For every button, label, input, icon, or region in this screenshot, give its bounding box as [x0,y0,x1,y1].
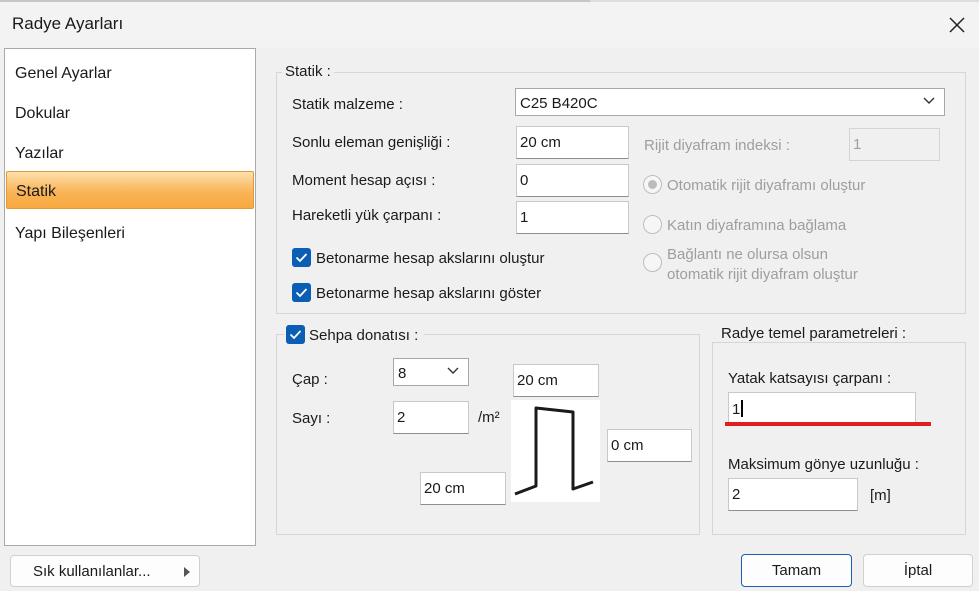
material-value: C25 B420C [520,95,598,112]
count-unit: /m² [478,409,500,426]
sidebar-item-label: Yazılar [15,145,64,162]
sehpa-shape-icon [514,406,594,496]
cancel-button[interactable]: İptal [863,554,973,587]
sidebar-item-yapi-bilesenleri[interactable]: Yapı Bileşenleri [6,214,254,252]
moment-label: Moment hesap açısı : [292,172,436,189]
sidebar-item-label: Genel Ayarlar [15,65,112,82]
close-button[interactable] [942,10,972,40]
bed-coeff-value: 1 [732,401,741,418]
material-select[interactable]: C25 B420C [515,88,945,116]
text-cursor [741,400,744,417]
window-title: Radye Ayarları [12,14,124,33]
chevron-down-icon [447,367,459,374]
sehpa-legend-label[interactable]: Sehpa donatısı : [309,327,418,344]
bed-coeff-input[interactable]: 1 [728,392,916,425]
bed-coeff-label: Yatak katsayısı çarpanı : [728,370,892,387]
close-icon[interactable] [948,16,966,34]
axes-create-checkbox[interactable] [292,248,311,267]
max-length-label: Maksimum gönye uzunluğu : [728,456,919,473]
radio-auto-rigid-label[interactable]: Otomatik rijit diyaframı oluştur [667,177,865,194]
radio-any-connection[interactable] [643,253,662,272]
diameter-label: Çap : [292,371,328,388]
favorites-label: Sık kullanılanlar... [33,562,151,580]
sehpa-top-input[interactable]: 20 cm [513,364,599,397]
axes-show-checkbox[interactable] [292,283,311,302]
checkmark-icon [295,253,308,263]
diameter-value: 8 [398,365,407,382]
triangle-right-icon [184,567,190,577]
chevron-down-icon [923,97,935,104]
radio-any-connection-label-2[interactable]: otomatik rijit diyafram oluştur [667,266,858,283]
sehpa-bottom-input[interactable]: 20 cm [420,472,506,505]
rigid-index-input[interactable]: 1 [849,128,940,161]
sehpa-right-input[interactable]: 0 cm [607,429,692,462]
title-bar [0,0,979,48]
sidebar-item-label: Statik [16,183,57,200]
sidebar: Genel Ayarlar Dokular Yazılar Statik Yap… [4,48,256,546]
rigid-index-label: Rijit diyafram indeksi : [644,137,790,154]
max-length-input[interactable]: 2 [728,478,858,511]
sidebar-item-label: Dokular [15,105,71,122]
count-input[interactable]: 2 [393,401,469,434]
material-label: Statik malzeme : [292,96,403,113]
live-load-label: Hareketli yük çarpanı : [292,207,442,224]
sidebar-item-yazilar[interactable]: Yazılar [6,134,254,172]
sidebar-item-dokular[interactable]: Dokular [6,94,254,132]
sehpa-checkbox[interactable] [286,325,305,344]
checkmark-icon [295,288,308,298]
fe-width-label: Sonlu eleman genişliği : [292,134,451,151]
checkmark-icon [289,330,302,340]
count-label: Sayı : [292,410,331,427]
moment-input[interactable]: 0 [516,164,629,197]
sidebar-item-label: Yapı Bileşenleri [15,225,125,242]
radio-floor-diaphragm[interactable] [643,215,662,234]
sehpa-diagram [511,400,600,502]
radio-auto-rigid[interactable] [643,175,662,194]
red-underline-annotation [725,422,931,426]
radio-floor-diaphragm-label[interactable]: Katın diyaframına bağlama [667,217,846,234]
axes-show-label[interactable]: Betonarme hesap akslarını göster [316,285,541,302]
window-top-edge [0,0,979,2]
diameter-select[interactable]: 8 [393,358,469,386]
radio-any-connection-label-1[interactable]: Bağlantı ne olursa olsun [667,246,828,263]
max-length-unit: [m] [870,487,891,504]
radye-legend: Radye temel parametreleri : [718,325,910,342]
sidebar-item-statik[interactable]: Statik [6,171,254,209]
ok-button[interactable]: Tamam [741,554,852,587]
axes-create-label[interactable]: Betonarme hesap akslarını oluştur [316,250,544,267]
sidebar-item-genel-ayarlar[interactable]: Genel Ayarlar [6,54,254,92]
live-load-input[interactable]: 1 [516,201,629,234]
statik-legend: Statik : [282,63,334,80]
favorites-button[interactable]: Sık kullanılanlar... [10,555,200,587]
fe-width-input[interactable]: 20 cm [516,126,629,159]
